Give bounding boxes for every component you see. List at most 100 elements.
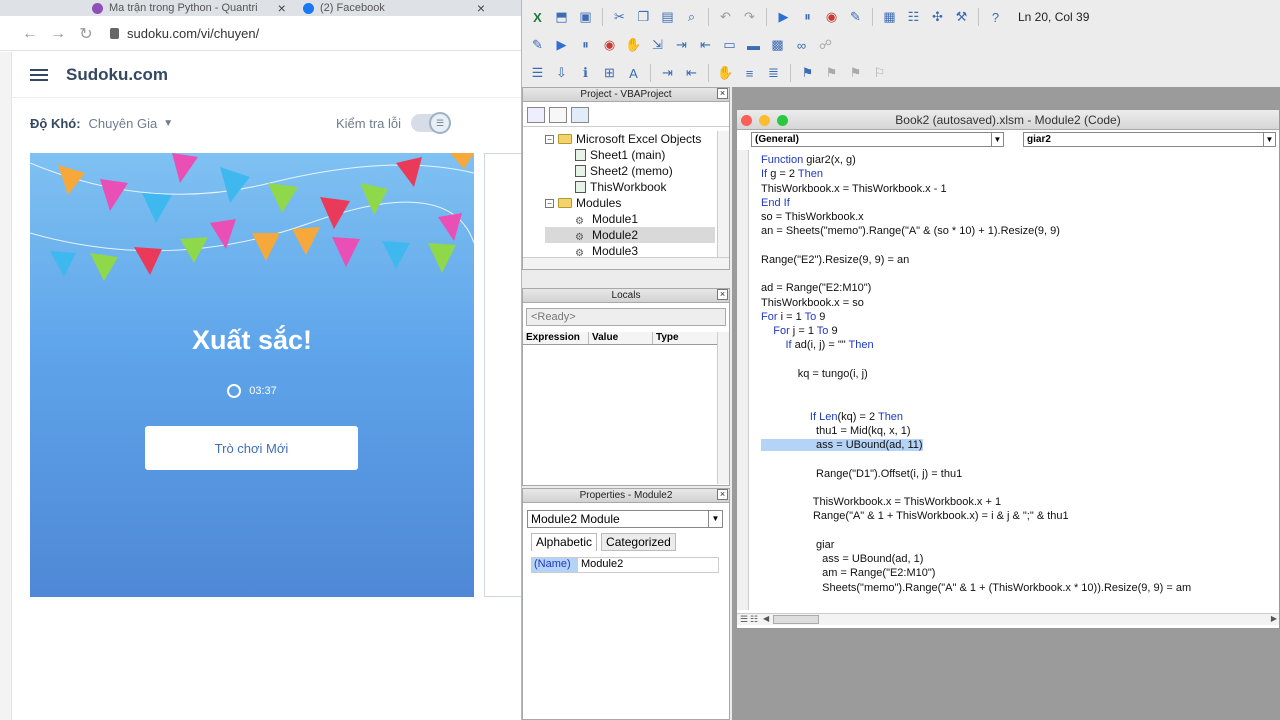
procedure-view-icon[interactable]: ☰ — [740, 614, 748, 625]
complete-word-icon[interactable]: A — [622, 63, 645, 83]
pause-icon[interactable]: ⏸ — [796, 7, 819, 27]
find-icon[interactable]: ⌕ — [680, 7, 703, 27]
full-module-view-icon[interactable]: ☷ — [750, 614, 758, 625]
run-icon[interactable]: ▶ — [550, 35, 573, 55]
outdent-icon[interactable]: ⇤ — [680, 63, 703, 83]
object-selector[interactable]: Module2 Module ▼ — [527, 510, 723, 528]
new-game-button[interactable]: Trò chơi Mới — [145, 426, 358, 470]
pause-icon[interactable]: ⏸ — [574, 35, 597, 55]
column-header[interactable]: Expression — [523, 332, 589, 344]
tree-item-sheet1[interactable]: Sheet1 (main) — [545, 147, 715, 163]
code-line[interactable]: End If — [761, 196, 1271, 210]
site-logo[interactable]: Sudoku.com — [66, 65, 168, 85]
difficulty-value[interactable]: Chuyên Gia — [89, 116, 158, 131]
margin-indicator-bar[interactable] — [737, 150, 749, 610]
quick-watch-icon[interactable]: ∞ — [790, 35, 813, 55]
list-constants-icon[interactable]: ⇩ — [550, 63, 573, 83]
property-value[interactable]: Module2 — [578, 558, 623, 572]
object-combo[interactable]: (General) ▼ — [751, 132, 1004, 147]
project-explorer-icon[interactable]: ▦ — [878, 7, 901, 27]
parameter-info-icon[interactable]: ⊞ — [598, 63, 621, 83]
scroll-thumb[interactable] — [773, 615, 819, 624]
previous-bookmark-icon[interactable]: ⚑ — [844, 63, 867, 83]
close-icon[interactable]: × — [717, 88, 728, 99]
comment-block-icon[interactable]: ≡ — [738, 63, 761, 83]
close-icon[interactable]: × — [717, 289, 728, 300]
object-browser-icon[interactable]: ✣ — [926, 7, 949, 27]
procedure-combo[interactable]: giar2 ▼ — [1023, 132, 1276, 147]
code-line[interactable]: ThisWorkbook.x = ThisWorkbook.x - 1 — [761, 182, 1271, 196]
tree-folder-excel-objects[interactable]: − Microsoft Excel Objects — [545, 131, 715, 147]
code-line[interactable] — [761, 395, 1271, 409]
copy-icon[interactable]: ❐ — [632, 7, 655, 27]
code-line[interactable]: ad = Range("E2:M10") — [761, 281, 1271, 295]
quick-info-icon[interactable]: ℹ — [574, 63, 597, 83]
view-object-icon[interactable] — [549, 107, 567, 123]
view-code-icon[interactable] — [527, 107, 545, 123]
tree-folder-modules[interactable]: − Modules — [545, 195, 715, 211]
code-line[interactable]: For i = 1 To 9 — [761, 310, 1271, 324]
reset-icon[interactable]: ◉ — [598, 35, 621, 55]
code-line[interactable]: Function giar2(x, g) — [761, 153, 1271, 167]
code-line[interactable]: ass = UBound(ad, 1) — [761, 552, 1271, 566]
code-line[interactable] — [761, 267, 1271, 281]
bookmark-icon[interactable]: ⚑ — [796, 63, 819, 83]
design-mode-icon[interactable]: ✎ — [526, 35, 549, 55]
locals-vscroll[interactable] — [717, 332, 729, 484]
code-line[interactable] — [761, 381, 1271, 395]
code-line[interactable] — [761, 524, 1271, 538]
check-toggle[interactable]: ☰ — [411, 112, 452, 134]
undo-icon[interactable]: ↶ — [714, 7, 737, 27]
property-row-name[interactable]: (Name) Module2 — [531, 557, 719, 573]
code-line[interactable]: ass = UBound(ad, 11) — [761, 438, 1271, 452]
help-icon[interactable]: ? — [984, 7, 1007, 27]
code-line[interactable]: Sheets("memo").Range("A" & 1 + (ThisWork… — [761, 581, 1271, 595]
close-icon[interactable]: × — [717, 489, 728, 500]
run-icon[interactable]: ▶ — [772, 7, 795, 27]
collapse-icon[interactable]: − — [545, 134, 554, 144]
reset-icon[interactable]: ◉ — [820, 7, 843, 27]
project-hscroll[interactable] — [523, 257, 729, 269]
locals-window-icon[interactable]: ▭ — [718, 35, 741, 55]
excel-icon[interactable]: X — [526, 7, 549, 27]
toggle-breakpoint-icon[interactable]: ✋ — [622, 35, 645, 55]
code-editor[interactable]: Function giar2(x, g) If g = 2 Then ThisWor… — [761, 153, 1271, 595]
zoom-window-icon[interactable] — [777, 115, 788, 126]
close-window-icon[interactable] — [741, 115, 752, 126]
immediate-window-icon[interactable]: ▬ — [742, 35, 765, 55]
code-hscroll[interactable]: ☰ ☷ ◀ ▶ — [737, 613, 1279, 625]
redo-icon[interactable]: ↷ — [738, 7, 761, 27]
close-icon[interactable]: × — [477, 0, 485, 16]
clear-bookmarks-icon[interactable]: ⚐ — [868, 63, 891, 83]
project-vscroll[interactable] — [717, 131, 729, 257]
code-line[interactable]: am = Range("E2:M10") — [761, 566, 1271, 580]
code-line[interactable]: giar — [761, 538, 1271, 552]
design-mode-icon[interactable]: ✎ — [844, 7, 867, 27]
scroll-left-icon[interactable]: ◀ — [763, 614, 769, 623]
indent-icon[interactable]: ⇥ — [656, 63, 679, 83]
properties-icon[interactable]: ☷ — [902, 7, 925, 27]
tree-item-sheet2[interactable]: Sheet2 (memo) — [545, 163, 715, 179]
tab-facebook[interactable]: (2) Facebook × — [303, 0, 485, 16]
collapse-icon[interactable]: − — [545, 198, 554, 208]
close-icon[interactable]: × — [278, 0, 286, 16]
url-field[interactable]: sudoku.com/vi/chuyen/ — [110, 26, 259, 41]
code-line[interactable]: kq = tungo(i, j) — [761, 367, 1271, 381]
code-line[interactable] — [761, 452, 1271, 466]
paste-icon[interactable]: ▤ — [656, 7, 679, 27]
tree-item-module2[interactable]: ⚙ Module2 — [545, 227, 715, 243]
code-line[interactable]: If g = 2 Then — [761, 167, 1271, 181]
tab-alphabetic[interactable]: Alphabetic — [531, 533, 598, 551]
tab-quantri[interactable]: Ma trận trong Python - Quantri × — [92, 0, 286, 16]
code-line[interactable]: ThisWorkbook.x = so — [761, 296, 1271, 310]
code-line[interactable]: If Len(kq) = 2 Then — [761, 410, 1271, 424]
step-over-icon[interactable]: ⇥ — [670, 35, 693, 55]
code-line[interactable] — [761, 239, 1271, 253]
insert-module-icon[interactable]: ⬒ — [550, 7, 573, 27]
list-properties-icon[interactable]: ☰ — [526, 63, 549, 83]
scroll-right-icon[interactable]: ▶ — [1271, 614, 1277, 623]
back-icon[interactable]: ← — [16, 25, 44, 43]
cut-icon[interactable]: ✂ — [608, 7, 631, 27]
column-header[interactable]: Value — [589, 332, 653, 344]
reload-icon[interactable]: ↻ — [72, 24, 100, 44]
